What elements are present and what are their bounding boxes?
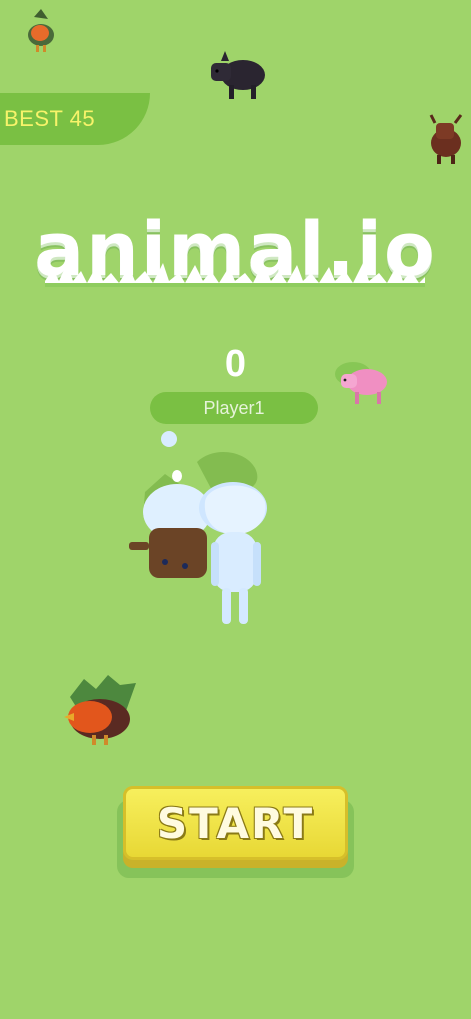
player-name-field[interactable]: Player1 [150,392,318,424]
best-score-label: BEST 45 [4,106,96,131]
start-button-label: START [156,798,315,848]
grass-decoration [45,263,425,287]
pig-animal-dark [211,51,265,99]
start-button[interactable]: START [123,786,348,860]
player-character [129,451,267,624]
best-score-badge: BEST 45 [0,93,150,145]
deer-animal [429,114,463,164]
thought-bubble-icon [161,431,177,447]
player-score: 0 [224,343,247,385]
chicken-animal [28,9,54,52]
chicken-animal-large [64,675,136,745]
player-name-label: Player1 [203,397,265,418]
